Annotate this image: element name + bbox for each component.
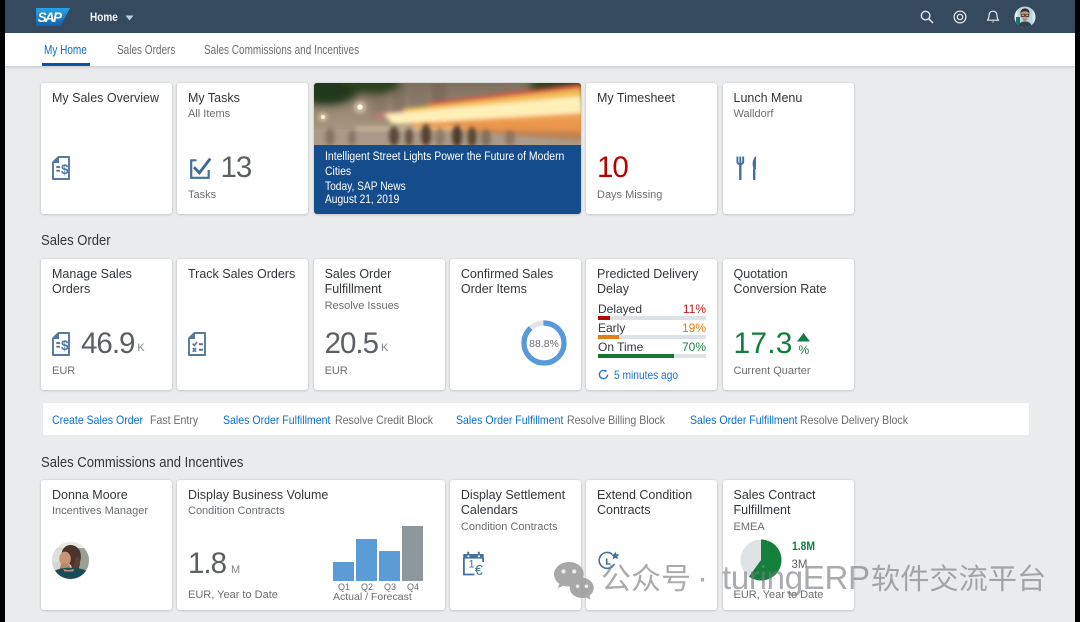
svg-text:·: · xyxy=(697,559,708,596)
svg-text:turingERP: turingERP xyxy=(722,559,870,596)
